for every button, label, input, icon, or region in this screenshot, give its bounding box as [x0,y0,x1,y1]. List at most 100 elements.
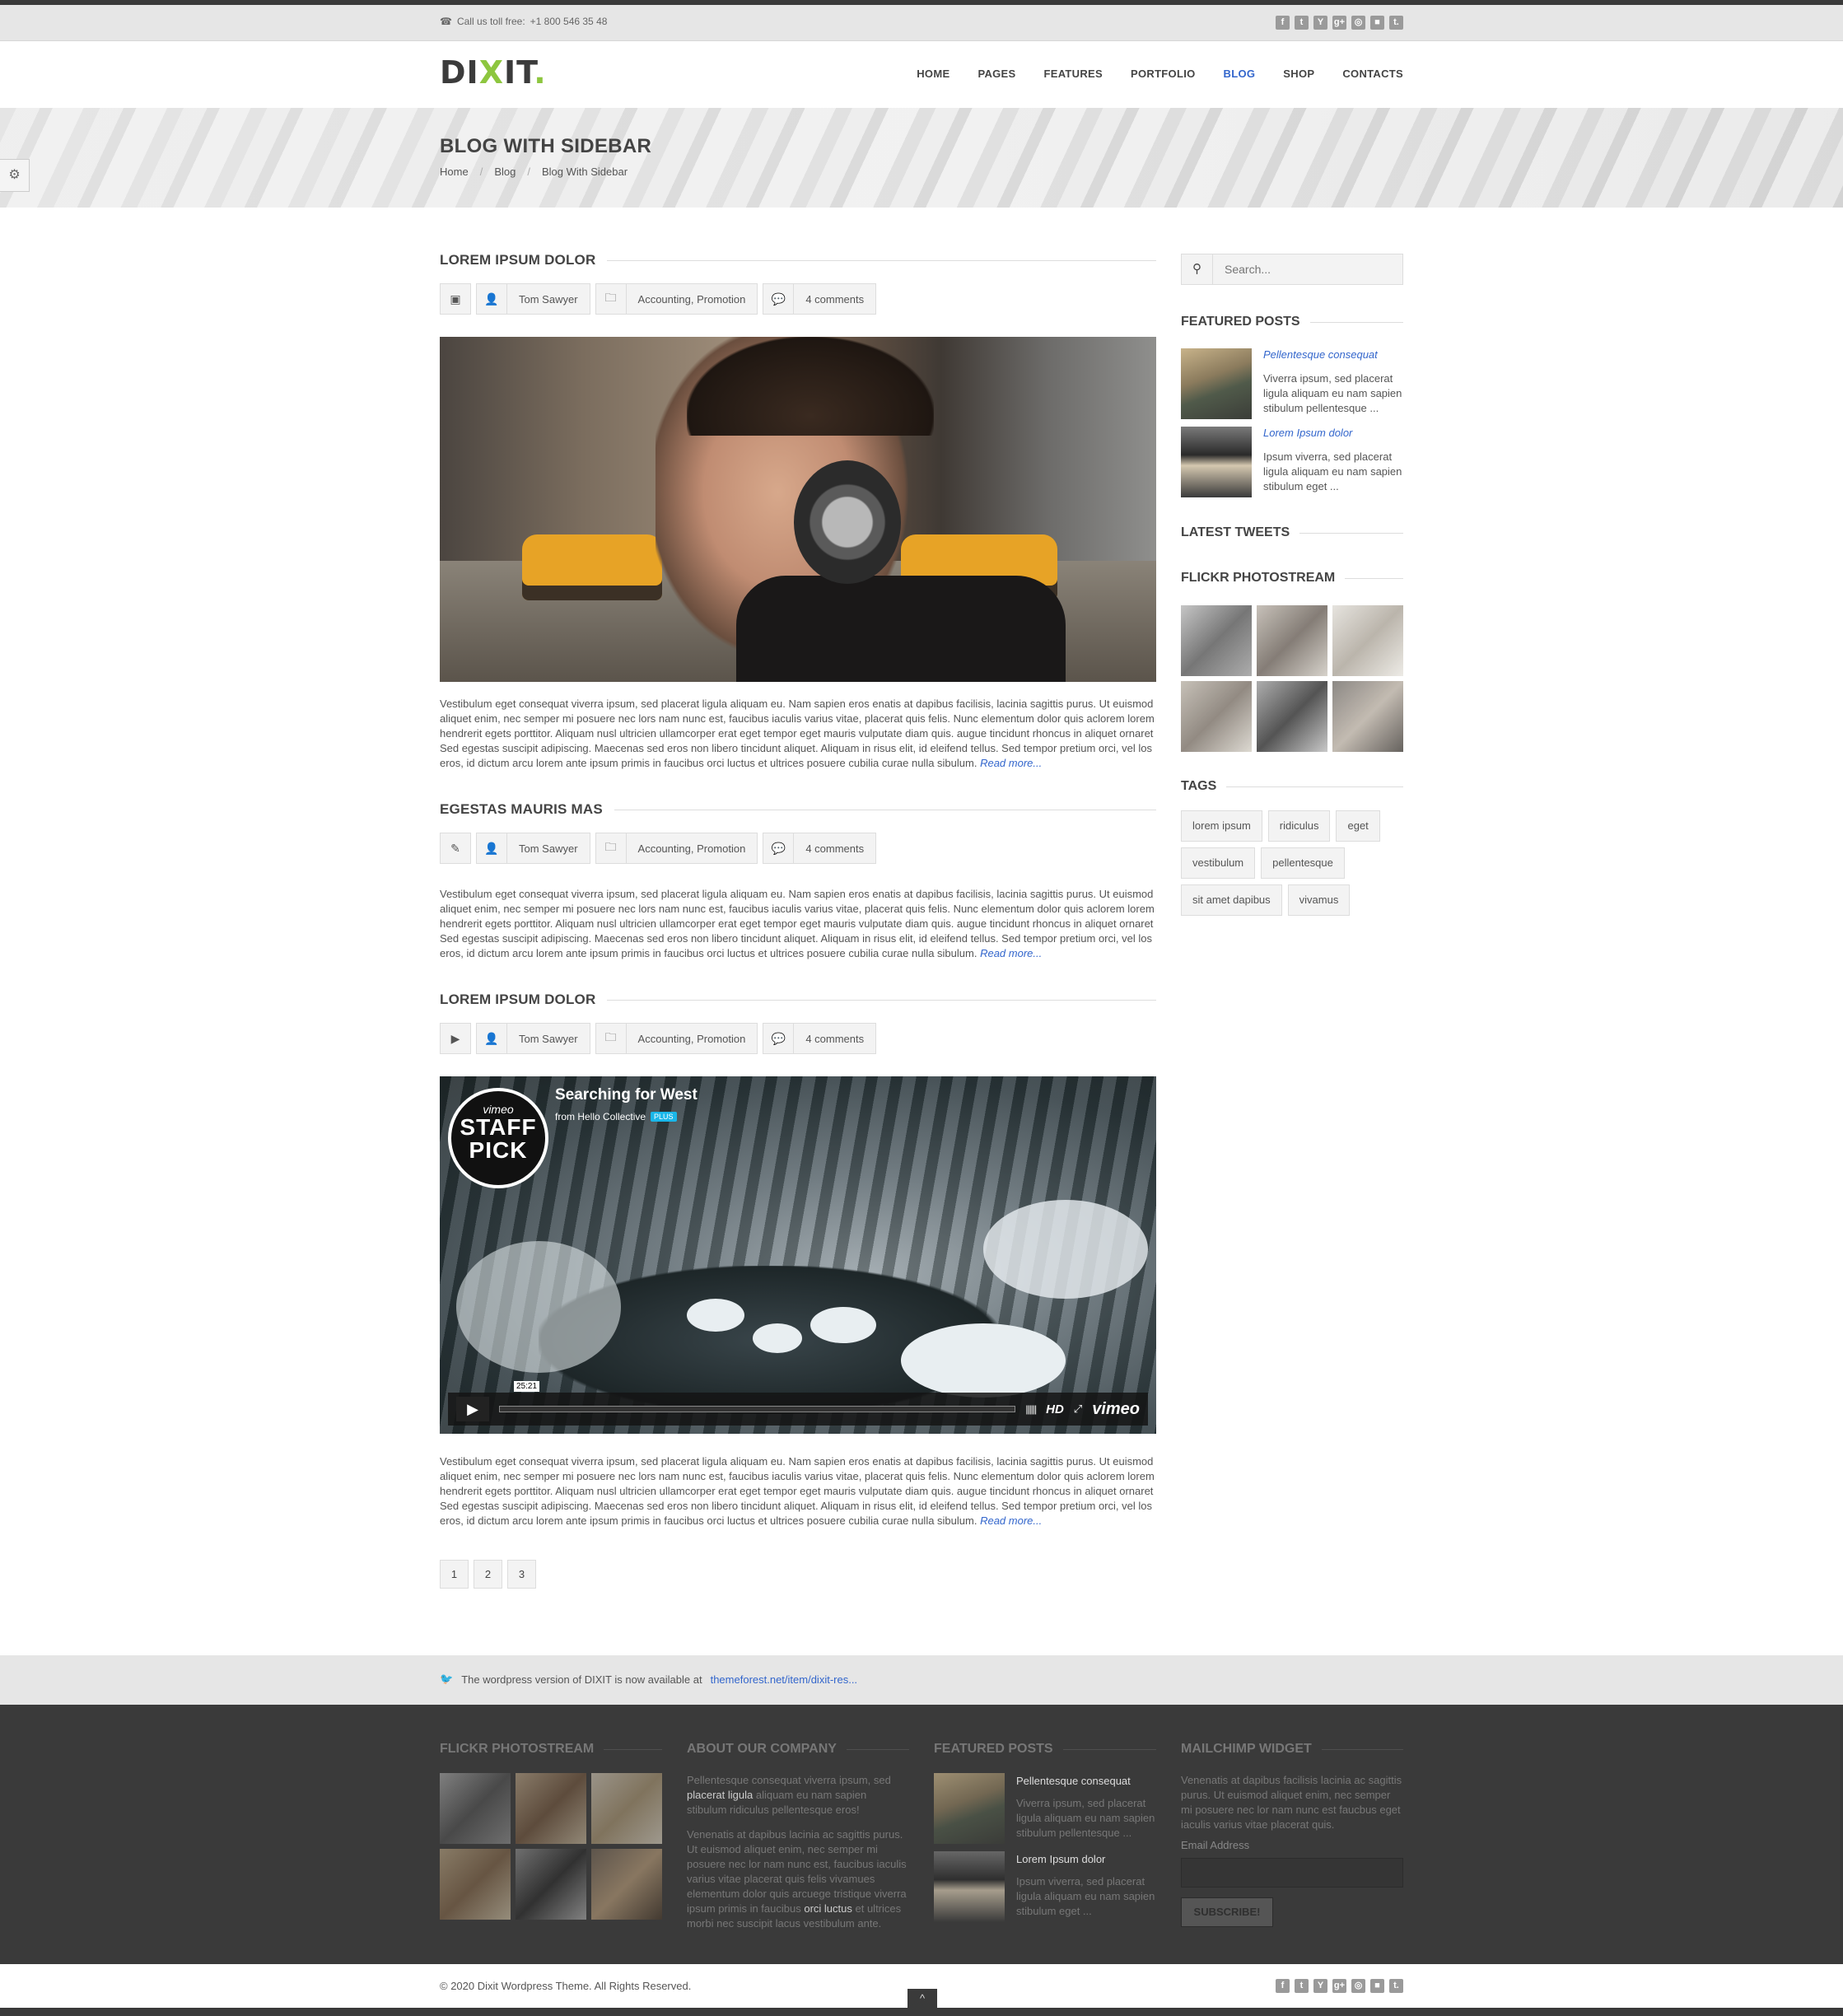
search-box: ⚲ [1181,254,1403,285]
flickr-photo[interactable] [1257,605,1327,676]
page-3-button[interactable]: 3 [507,1560,536,1589]
nav-home[interactable]: HOME [917,68,949,80]
video-progress-bar[interactable] [499,1406,1016,1412]
style-switcher-gear-icon[interactable]: ⚙ [0,159,30,192]
footer-flickr-grid [440,1773,662,1920]
nav-shop[interactable]: SHOP [1283,68,1314,80]
flickr-photo[interactable] [440,1773,511,1844]
divider [1299,532,1403,534]
nav-portfolio[interactable]: PORTFOLIO [1131,68,1196,80]
email-field[interactable] [1181,1858,1403,1888]
facebook-icon[interactable]: f [1276,1979,1290,1993]
volume-icon[interactable]: |||||| [1025,1403,1037,1415]
pencil-icon: ✎ [440,833,471,864]
tag[interactable]: sit amet dapibus [1181,884,1282,916]
facebook-icon[interactable]: f [1276,16,1290,30]
post-featured-image[interactable] [440,337,1156,682]
featured-post-thumbnail[interactable] [934,1851,1005,1922]
nav-features[interactable]: FEATURES [1044,68,1103,80]
featured-post-title[interactable]: Lorem Ipsum dolor [1016,1853,1105,1865]
subscribe-button[interactable]: SUBSCRIBE! [1181,1897,1273,1927]
delicious-icon[interactable]: ■ [1370,1979,1384,1993]
announcement-link[interactable]: themeforest.net/item/dixit-res... [711,1673,857,1686]
page-2-button[interactable]: 2 [474,1560,502,1589]
phone-number[interactable]: +1 800 546 35 48 [530,16,608,27]
video-player[interactable]: vimeo STAFF PICK Searching for West from… [440,1076,1156,1434]
read-more-link[interactable]: Read more... [980,947,1042,959]
dribbble-icon[interactable]: ◎ [1351,16,1365,30]
post-author[interactable]: Tom Sawyer [507,283,590,315]
read-more-link[interactable]: Read more... [980,757,1042,769]
breadcrumb-blog[interactable]: Blog [494,166,516,178]
site-logo[interactable]: DIXIT. [440,54,547,91]
tag[interactable]: vestibulum [1181,847,1256,879]
call-label: Call us toll free: [456,16,525,27]
flickr-photo[interactable] [1181,605,1252,676]
dribbble-icon[interactable]: ◎ [1351,1979,1365,1993]
tumblr-icon[interactable]: t. [1389,1979,1403,1993]
tag[interactable]: ridiculus [1267,810,1331,842]
bottom-edge-bar [0,2008,1843,2016]
tag[interactable]: lorem ipsum [1181,810,1262,842]
main-nav: HOME PAGES FEATURES PORTFOLIO BLOG SHOP … [917,68,1403,80]
flickr-photo[interactable] [591,1773,662,1844]
page-banner: ⚙ BLOG WITH SIDEBAR Home / Blog / Blog W… [0,108,1843,208]
featured-post-title[interactable]: Pellentesque consequat [1263,348,1378,361]
post-comments[interactable]: 4 comments [794,833,877,864]
fullscreen-icon[interactable]: ⤢ [1074,1402,1082,1416]
featured-post-title[interactable]: Lorem Ipsum dolor [1263,427,1352,439]
flickr-photo[interactable] [440,1849,511,1920]
mailchimp-text: Venenatis at dapibus facilisis lacinia a… [1181,1774,1402,1831]
video-play-icon[interactable]: ▶ [456,1397,489,1421]
post-categories[interactable]: Accounting, Promotion [626,833,758,864]
featured-post: Lorem Ipsum dolor Ipsum viverra, sed pla… [934,1851,1156,1930]
video-title[interactable]: Searching for West [555,1086,698,1104]
flickr-photo[interactable] [1332,681,1403,752]
twitter-icon[interactable]: t [1295,1979,1309,1993]
youtube-icon[interactable]: Y [1313,16,1327,30]
page-1-button[interactable]: 1 [440,1560,469,1589]
vimeo-logo[interactable]: vimeo [1092,1400,1140,1419]
google-plus-icon[interactable]: g+ [1332,1979,1346,1993]
flickr-photo[interactable] [591,1849,662,1920]
tag[interactable]: pellentesque [1261,847,1345,879]
featured-post-title[interactable]: Pellentesque consequat [1016,1775,1131,1787]
flickr-photo[interactable] [1181,681,1252,752]
post-title[interactable]: EGESTAS MAURIS MAS [440,801,603,818]
search-icon[interactable]: ⚲ [1182,254,1213,284]
breadcrumb-home[interactable]: Home [440,166,469,178]
flickr-photo[interactable] [1332,605,1403,676]
post-meta: ✎ 👤 Tom Sawyer 🗀 Accounting, Promotion 💬 4 … [440,833,877,864]
tumblr-icon[interactable]: t. [1389,16,1403,30]
post-excerpt: Vestibulum eget consequat viverra ipsum,… [440,887,1156,961]
youtube-icon[interactable]: Y [1313,1979,1327,1993]
post-title[interactable]: LOREM IPSUM DOLOR [440,252,595,268]
post-title[interactable]: LOREM IPSUM DOLOR [440,992,595,1008]
flickr-photo[interactable] [1257,681,1327,752]
flickr-photo[interactable] [516,1849,586,1920]
hd-toggle[interactable]: HD [1046,1402,1064,1416]
search-input[interactable] [1213,254,1402,284]
post-categories[interactable]: Accounting, Promotion [626,1023,758,1054]
post-comments[interactable]: 4 comments [794,283,877,315]
twitter-icon[interactable]: t [1295,16,1309,30]
post-author[interactable]: Tom Sawyer [507,1023,590,1054]
tag[interactable]: eget [1336,810,1380,842]
nav-pages[interactable]: PAGES [977,68,1015,80]
post-comments[interactable]: 4 comments [794,1023,877,1054]
featured-post-thumbnail[interactable] [1181,427,1252,497]
post-author[interactable]: Tom Sawyer [507,833,590,864]
post-categories[interactable]: Accounting, Promotion [626,283,758,315]
featured-post-thumbnail[interactable] [1181,348,1252,419]
nav-blog[interactable]: BLOG [1224,68,1256,80]
featured-post-thumbnail[interactable] [934,1773,1005,1844]
tag[interactable]: vivamus [1287,884,1351,916]
video-from[interactable]: from Hello Collective [555,1111,646,1122]
delicious-icon[interactable]: ■ [1370,16,1384,30]
read-more-link[interactable]: Read more... [980,1514,1042,1527]
flickr-photo[interactable] [516,1773,586,1844]
widget-header: FLICKR PHOTOSTREAM [1181,571,1403,586]
nav-contacts[interactable]: CONTACTS [1342,68,1403,80]
google-plus-icon[interactable]: g+ [1332,16,1346,30]
back-to-top-button[interactable]: ^ [908,1989,937,2008]
